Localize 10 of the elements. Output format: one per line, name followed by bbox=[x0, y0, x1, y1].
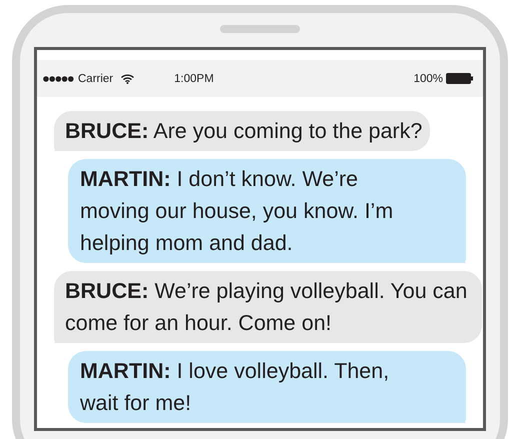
message-bubble: MARTIN: I don’t know. We’re moving our house, you know. I’m helping mom and dad. bbox=[68, 159, 466, 263]
battery-icon bbox=[446, 73, 473, 84]
message-bubble: BRUCE: We’re playing volleyball. You can come for an hour. Come on! bbox=[54, 271, 482, 343]
signal-icon bbox=[43, 76, 74, 82]
message-bubble: MARTIN: I love volleyball. Then, wait for me! bbox=[68, 351, 466, 423]
wifi-icon bbox=[121, 74, 134, 84]
carrier-name: Carrier bbox=[78, 72, 114, 84]
message-bubble: BRUCE: Are you coming to the park? bbox=[54, 111, 430, 151]
clock-time: 1:00PM bbox=[174, 72, 214, 84]
battery-percent: 100% bbox=[414, 72, 443, 84]
